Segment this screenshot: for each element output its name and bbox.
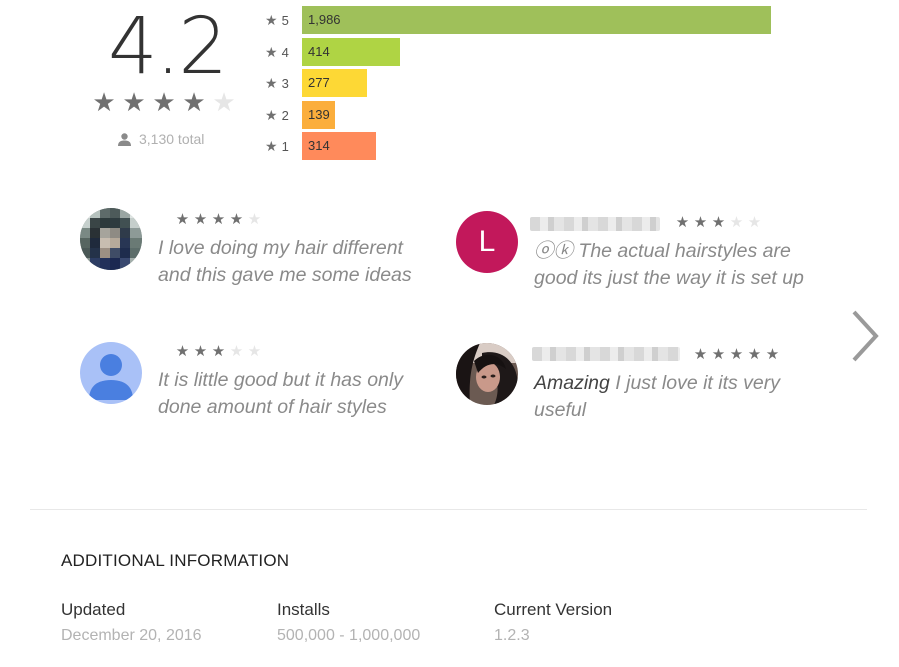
review-stars: ★ ★ ★ ★ ★	[674, 215, 763, 231]
histogram-row: ★ 3 277	[265, 68, 367, 100]
star-icon: ★	[182, 87, 206, 117]
total-ratings: 3,130 total	[118, 131, 204, 147]
star-icon: ★	[152, 87, 176, 117]
histogram-row: ★ 5 1,986	[265, 5, 771, 37]
info-value: 1.2.3	[494, 627, 530, 644]
histogram-row: ★ 2 139	[265, 100, 335, 132]
review-title: Amazing	[534, 372, 610, 394]
histogram-row: ★ 1 314	[265, 131, 376, 163]
histogram-star-label: 2	[281, 107, 289, 123]
star-icon: ★	[265, 43, 278, 60]
star-icon: ★	[747, 214, 762, 231]
histogram-bar: 139	[302, 100, 335, 129]
review-card[interactable]: ★ ★ ★ ★ ★ I love doing my hair different and…	[80, 208, 420, 298]
star-icon: ★	[747, 346, 762, 363]
star-icon: ★	[265, 106, 278, 123]
info-label: Updated	[61, 600, 126, 619]
star-icon: ★	[92, 87, 116, 117]
review-text: ⓞⓚ The actual hairstyles are good its ju…	[534, 238, 819, 292]
chevron-right-icon	[852, 310, 879, 362]
next-reviews-button[interactable]	[846, 306, 886, 366]
avatar[interactable]	[456, 343, 518, 405]
person-icon	[89, 354, 133, 400]
histogram-bar: 277	[302, 69, 367, 97]
star-icon: ★	[247, 343, 262, 360]
person-icon	[118, 132, 131, 146]
histogram-bar: 1,986	[302, 6, 771, 34]
star-icon: ★	[711, 346, 726, 363]
divider	[30, 509, 867, 510]
star-icon: ★	[693, 214, 708, 231]
histogram-bar: 314	[302, 132, 376, 160]
avatar[interactable]	[80, 342, 142, 404]
rating-histogram: ★ 5 1,986 ★ 4 414 ★ 3 277 ★ 2 139 ★ 1 314	[265, 5, 771, 163]
histogram-star-label: 4	[281, 44, 289, 60]
review-body: ⓞⓚ The actual hairstyles are good its ju…	[534, 240, 804, 289]
star-icon: ★	[175, 343, 190, 360]
star-icon: ★	[265, 75, 278, 92]
average-rating-stars: ★ ★ ★ ★ ★	[90, 88, 238, 116]
total-ratings-text: 3,130 total	[139, 131, 205, 147]
info-value: December 20, 2016	[61, 627, 202, 644]
star-icon: ★	[193, 211, 208, 228]
star-icon: ★	[693, 346, 708, 363]
star-icon: ★	[122, 87, 146, 117]
review-stars: ★ ★ ★ ★ ★	[692, 347, 781, 363]
histogram-bar: 414	[302, 37, 400, 66]
star-icon: ★	[175, 211, 190, 228]
histogram-count: 314	[308, 138, 330, 153]
histogram-count: 277	[308, 75, 330, 90]
review-text: Amazing I just love it its very useful	[534, 370, 804, 424]
star-icon: ★	[265, 138, 278, 155]
section-title: ADDITIONAL INFORMATION	[61, 551, 290, 570]
info-updated: Updated December 20, 2016	[61, 600, 202, 645]
avatar[interactable]	[80, 208, 142, 270]
review-card[interactable]: ★ ★ ★ ★ ★ It is little good but it has only …	[80, 342, 420, 432]
avatar[interactable]: L	[456, 211, 518, 273]
star-icon: ★	[211, 343, 226, 360]
star-icon: ★	[265, 12, 278, 29]
histogram-count: 414	[308, 43, 330, 59]
histogram-count: 1,986	[308, 12, 341, 27]
histogram-star-label: 5	[281, 13, 289, 29]
info-version: Current Version 1.2.3	[494, 600, 612, 645]
review-body: I love doing my hair different and this …	[158, 237, 412, 286]
review-stars: ★ ★ ★ ★ ★	[174, 344, 263, 360]
histogram-star-label: 3	[281, 76, 289, 92]
average-rating: 4.2	[108, 2, 228, 92]
avatar-letter: L	[478, 225, 496, 258]
star-icon: ★	[229, 343, 244, 360]
reviewer-name-blurred	[532, 347, 680, 361]
star-icon: ★	[211, 211, 226, 228]
review-body: It is little good but it has only done a…	[158, 369, 403, 418]
review-card[interactable]: L ★ ★ ★ ★ ★ ⓞⓚ The actual hairstyles are goo…	[456, 211, 816, 301]
review-text: I love doing my hair different and this …	[158, 235, 420, 289]
review-card[interactable]: ★ ★ ★ ★ ★ Amazing I just love it its very us…	[456, 343, 816, 433]
review-stars: ★ ★ ★ ★ ★	[174, 212, 263, 228]
review-text: It is little good but it has only done a…	[158, 367, 420, 421]
star-icon: ★	[247, 211, 262, 228]
histogram-star-label: 1	[281, 139, 289, 155]
info-label: Installs	[277, 600, 330, 619]
info-label: Current Version	[494, 600, 613, 619]
star-icon: ★	[212, 87, 236, 117]
star-icon: ★	[229, 211, 244, 228]
star-icon: ★	[711, 214, 726, 231]
info-installs: Installs 500,000 - 1,000,000	[277, 600, 420, 645]
star-icon: ★	[729, 214, 744, 231]
reviewer-name-blurred	[530, 217, 660, 231]
info-value: 500,000 - 1,000,000	[277, 627, 421, 644]
star-icon: ★	[193, 343, 208, 360]
histogram-row: ★ 4 414	[265, 37, 400, 69]
histogram-count: 139	[308, 106, 330, 122]
star-icon: ★	[765, 346, 780, 363]
star-icon: ★	[675, 214, 690, 231]
star-icon: ★	[729, 346, 744, 363]
